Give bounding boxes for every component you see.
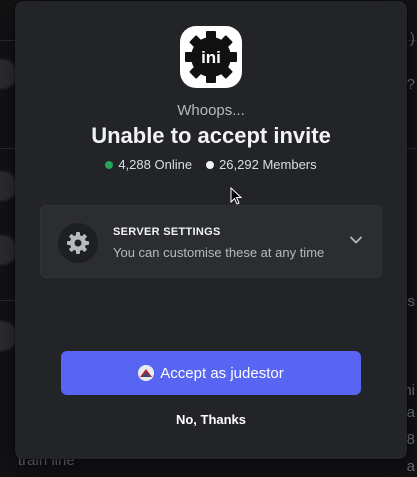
bg-text-fragment: )	[410, 30, 415, 47]
bg-text-fragment: ?	[406, 76, 415, 93]
online-stat: 4,288 Online	[105, 157, 192, 172]
bg-text-fragment: a	[406, 458, 415, 475]
server-icon: ini	[180, 26, 242, 88]
server-stats: 4,288 Online 26,292 Members	[15, 157, 407, 172]
app-window: ) ? ss ni la 8 a train line ini Whoops..…	[0, 0, 417, 477]
gear-icon	[67, 232, 89, 254]
online-count: 4,288 Online	[118, 157, 193, 172]
cog-ini-logo-icon: ini	[185, 31, 237, 83]
whoops-text: Whoops...	[177, 102, 245, 119]
decline-button[interactable]: No, Thanks	[15, 412, 407, 427]
member-count: 26,292 Members	[219, 157, 317, 172]
settings-heading: SERVER SETTINGS	[113, 226, 221, 238]
modal-title: Unable to accept invite	[91, 123, 331, 148]
member-status-dot-icon	[206, 160, 215, 169]
online-status-dot-icon	[105, 160, 114, 169]
logo-text: ini	[201, 48, 221, 67]
members-stat: 26,292 Members	[206, 157, 317, 172]
server-settings-dropdown[interactable]: SERVER SETTINGS You can customise these …	[40, 205, 382, 278]
chevron-down-icon[interactable]	[349, 233, 363, 247]
mouse-cursor-icon	[230, 187, 242, 205]
accept-invite-button[interactable]: Accept as judestor	[61, 351, 361, 395]
accept-button-label: Accept as judestor	[160, 364, 284, 382]
settings-icon-container	[58, 223, 98, 263]
bg-text-fragment: 8	[406, 431, 415, 448]
invite-modal: ini Whoops... Unable to accept invite 4,…	[15, 1, 407, 459]
user-avatar-icon	[138, 365, 155, 381]
settings-description: You can customise these at any time	[113, 245, 325, 260]
